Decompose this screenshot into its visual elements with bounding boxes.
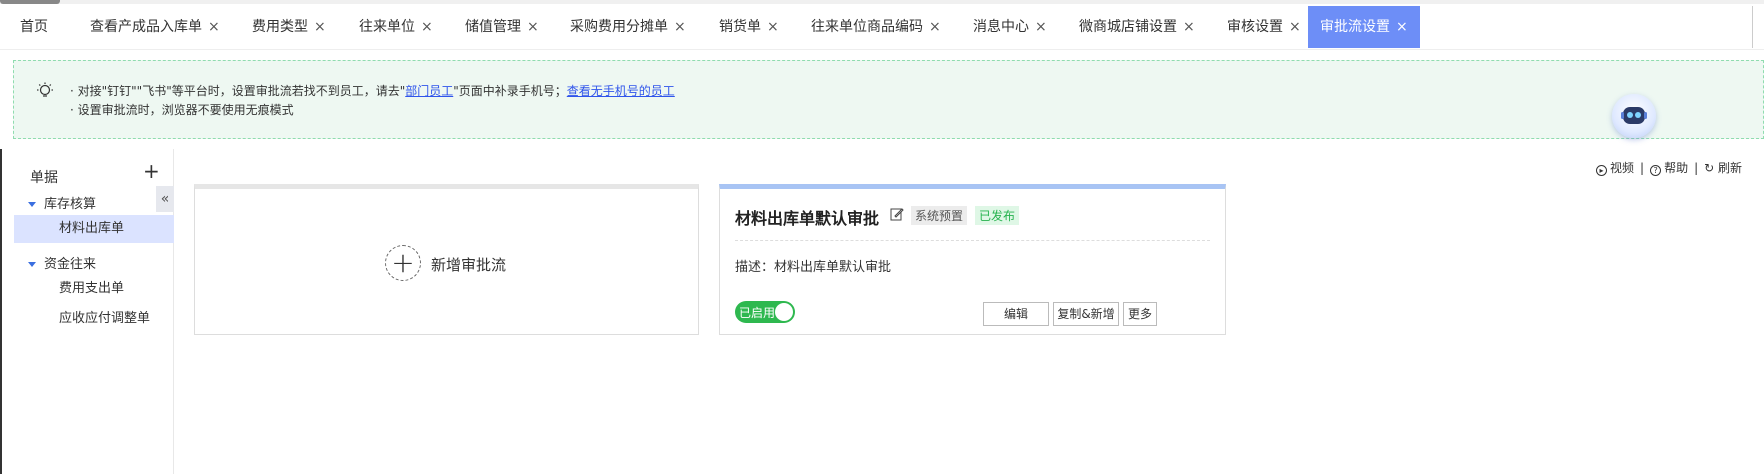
tab-partner-product-code[interactable]: 往来单位商品编码 × [811,6,941,48]
question-icon: ? [1650,165,1662,176]
caret-down-icon [28,262,36,267]
tab-label: 首页 [20,19,48,35]
close-icon[interactable]: × [1396,19,1408,35]
tab-label: 查看产成品入库单 [90,19,202,35]
enabled-toggle[interactable]: 已启用 [735,301,795,323]
sidebar-group-inventory[interactable]: 库存核算 [28,193,96,212]
tab-label: 采购费用分摊单 [570,19,668,35]
help-button[interactable]: ? 帮助 [1650,161,1688,176]
approval-flow-description: 描述：材料出库单默认审批 [735,260,892,275]
close-icon[interactable]: × [1183,19,1195,35]
close-icon[interactable]: × [1035,19,1047,35]
divider [735,240,1210,241]
tab-home[interactable]: 首页 [20,6,48,48]
left-edge [0,149,2,474]
more-button[interactable]: 更多 [1123,302,1157,326]
system-preset-badge: 系统预置 [911,206,968,225]
tip-banner: · 对接"钉钉""飞书"等平台时，设置审批流若找不到员工，请去"部门员工"页面中… [13,60,1764,139]
plus-icon: + [385,245,421,281]
tab-scroll-right[interactable] [1752,6,1764,48]
tab-label: 消息中心 [973,19,1029,35]
toggle-knob [775,303,793,321]
close-icon[interactable]: × [674,19,686,35]
new-approval-flow-card[interactable]: + 新增审批流 [194,184,699,335]
assistant-bot-icon[interactable] [1612,94,1656,138]
edit-button[interactable]: 编辑 [983,302,1049,326]
approval-flow-card: 材料出库单默认审批 系统预置 已发布 描述：材料出库单默认审批 已启用 编辑 复… [719,184,1226,335]
tab-bar: 首页 查看产成品入库单 × 费用类型 × 往来单位 × 储值管理 × 采购费用分摊单 × … [0,0,1764,50]
close-icon[interactable]: × [527,19,539,35]
tab-label: 销货单 [719,19,761,35]
tab-label: 费用类型 [252,19,308,35]
sidebar-group-funds[interactable]: 资金往来 [28,253,96,272]
tab-approval-flow-settings[interactable]: 审批流设置 × [1308,6,1420,48]
tab-view-product-inbound[interactable]: 查看产成品入库单 × [90,6,220,48]
department-staff-link[interactable]: 部门员工 [405,84,453,98]
close-icon[interactable]: × [767,19,779,35]
video-button[interactable]: ▸ 视频 [1596,161,1634,176]
sidebar-title: 单据 [30,170,58,186]
tab-label: 微商城店铺设置 [1079,19,1177,35]
tab-sales-order[interactable]: 销货单 × [719,6,779,48]
tab-microstore-settings[interactable]: 微商城店铺设置 × [1079,6,1195,48]
tab-partners[interactable]: 往来单位 × [359,6,433,48]
sidebar-item-expense-payment[interactable]: 费用支出单 [14,275,174,303]
tab-label: 审核设置 [1227,19,1283,35]
top-scroll-strip [0,0,1764,4]
refresh-icon: ↻ [1704,161,1718,175]
approval-flow-title: 材料出库单默认审批 [735,209,880,228]
play-icon: ▸ [1596,165,1607,176]
close-icon[interactable]: × [208,19,220,35]
collapse-sidebar-button[interactable]: « [156,186,174,212]
document-sidebar: 单据 + 库存核算 材料出库单 资金往来 费用支出单 应收应付调整单 [0,149,174,474]
tab-label: 往来单位 [359,19,415,35]
tab-label: 审批流设置 [1320,19,1390,35]
tab-stored-value[interactable]: 储值管理 × [465,6,539,48]
top-right-toolbar: ▸ 视频 |? 帮助 | ↻ 刷新 [1596,159,1742,176]
sidebar-item-ar-ap-adjustment[interactable]: 应收应付调整单 [14,305,174,333]
tab-label: 往来单位商品编码 [811,19,923,35]
published-badge: 已发布 [975,206,1020,225]
tip-line-2: · 设置审批流时，浏览器不要使用无痕模式 [70,103,294,117]
no-phone-staff-link[interactable]: 查看无手机号的员工 [567,84,675,98]
edit-icon[interactable] [890,207,904,221]
add-icon[interactable]: + [143,161,160,181]
close-icon[interactable]: × [1289,19,1301,35]
lightbulb-icon [37,82,53,97]
tab-audit-settings[interactable]: 审核设置 × [1227,6,1301,48]
scroll-thumb[interactable] [0,0,60,4]
close-icon[interactable]: × [929,19,941,35]
tab-label: 储值管理 [465,19,521,35]
refresh-button[interactable]: ↻ 刷新 [1704,161,1742,175]
tip-line-1: · 对接"钉钉""飞书"等平台时，设置审批流若找不到员工，请去"部门员工"页面中… [70,84,675,98]
close-icon[interactable]: × [314,19,326,35]
tab-purchase-cost-allocation[interactable]: 采购费用分摊单 × [570,6,686,48]
sidebar-item-material-outbound[interactable]: 材料出库单 [14,215,174,243]
copy-add-button[interactable]: 复制&新增 [1053,302,1119,326]
close-icon[interactable]: × [421,19,433,35]
new-approval-flow-label: 新增审批流 [431,256,507,274]
caret-down-icon [28,202,36,207]
tab-message-center[interactable]: 消息中心 × [973,6,1047,48]
tab-expense-type[interactable]: 费用类型 × [252,6,326,48]
